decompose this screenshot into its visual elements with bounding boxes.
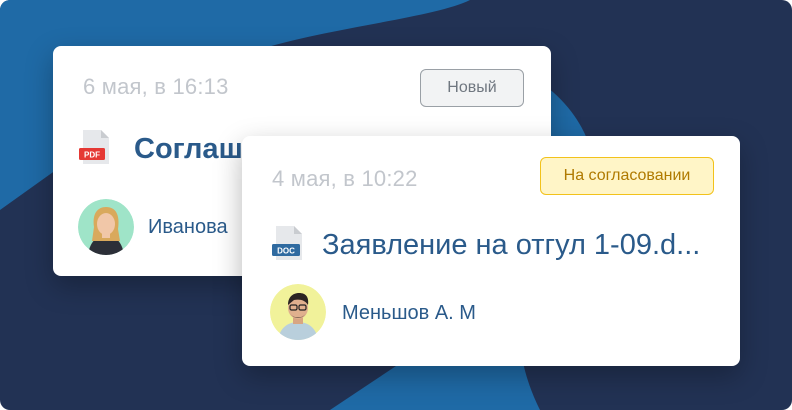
- scene: 6 мая, в 16:13 Новый PDF Соглаш Иванова …: [0, 0, 792, 410]
- pdf-file-icon: PDF: [79, 130, 113, 166]
- avatar-man-icon: [270, 284, 326, 340]
- document-card[interactable]: 4 мая, в 10:22 На согласовании DOC Заявл…: [242, 136, 740, 366]
- card-date: 6 мая, в 16:13: [83, 74, 229, 99]
- document-title[interactable]: Заявление на отгул 1-09.d...: [322, 229, 700, 262]
- card-date: 4 мая, в 10:22: [272, 166, 418, 191]
- avatar-woman-icon: [78, 199, 134, 255]
- author-name: Меньшов А. М: [342, 302, 476, 324]
- doc-file-icon: DOC: [272, 226, 306, 262]
- document-title[interactable]: Соглаш: [134, 133, 243, 166]
- status-badge: Новый: [420, 69, 524, 107]
- status-badge: На согласовании: [540, 157, 714, 195]
- pdf-label: PDF: [84, 151, 100, 160]
- doc-label: DOC: [277, 247, 295, 256]
- author-name: Иванова: [148, 216, 228, 238]
